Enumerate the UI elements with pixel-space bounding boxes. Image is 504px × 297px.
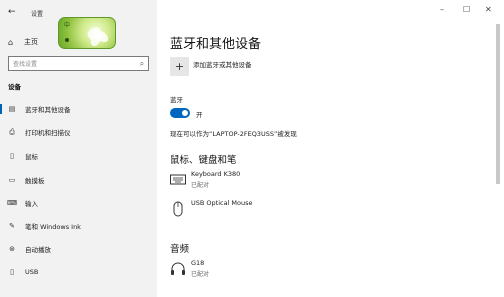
sidebar-item-label: 自动播放 (25, 246, 51, 254)
minimize-button[interactable]: – (440, 5, 444, 14)
mouse-icon: ▯ (10, 152, 14, 160)
add-device-label[interactable]: 添加蓝牙或其他设备 (193, 59, 252, 69)
device-name: G18 (191, 259, 205, 267)
sidebar: ← 设置 ⌂ 主页 中 查找设置 ⌕ 设备 ▤ 蓝牙和其他设备 ⎙ 打印机和扫描… (0, 0, 157, 297)
sidebar-item-label: 输入 (25, 200, 38, 208)
back-button[interactable]: ← (8, 7, 16, 17)
sidebar-item-bluetooth[interactable]: ▤ 蓝牙和其他设备 (0, 102, 157, 116)
bluetooth-toggle[interactable] (170, 108, 190, 118)
pen-icon: ✎ (9, 222, 15, 230)
toggle-knob (182, 110, 188, 116)
section-audio: 音频 (170, 244, 190, 255)
plus-icon: + (174, 60, 185, 73)
sidebar-item-label: 打印机和扫描仪 (25, 129, 71, 137)
page-title: 蓝牙和其他设备 (170, 37, 262, 52)
search-placeholder: 查找设置 (13, 61, 38, 68)
sidebar-item-pen[interactable]: ✎ 笔和 Windows Ink (0, 219, 157, 233)
close-button[interactable]: ✕ (485, 5, 492, 14)
sidebar-item-touchpad[interactable]: ▭ 触摸板 (0, 173, 157, 187)
usb-icon: ▯ (10, 268, 14, 276)
add-device-button[interactable]: + (170, 57, 189, 76)
device-status: 已配对 (191, 271, 210, 278)
touchpad-icon: ▭ (8, 176, 16, 184)
sidebar-item-label: 触摸板 (25, 177, 45, 185)
headset-icon (171, 262, 185, 275)
sidebar-item-autoplay[interactable]: ⊛ 自动播放 (0, 242, 157, 256)
search-input[interactable]: 查找设置 ⌕ (8, 56, 149, 71)
section-title: 设备 (8, 83, 21, 91)
scrollbar-thumb[interactable] (496, 24, 500, 184)
sticker-text: 中 (64, 22, 71, 29)
bluetooth-label: 蓝牙 (170, 96, 183, 104)
search-icon[interactable]: ⌕ (136, 59, 148, 69)
device-name: Keyboard K380 (191, 170, 241, 178)
home-link[interactable]: ⌂ 主页 (8, 36, 38, 48)
desktop-sticker: 中 (58, 17, 116, 49)
sidebar-item-mouse[interactable]: ▯ 鼠标 (0, 149, 157, 163)
autoplay-icon: ⊛ (9, 245, 15, 253)
home-icon: ⌂ (8, 37, 14, 47)
sidebar-item-label: 鼠标 (25, 153, 38, 161)
app-title: 设置 (31, 11, 44, 18)
sidebar-item-printers[interactable]: ⎙ 打印机和扫描仪 (0, 125, 157, 139)
printer-icon: ⎙ (9, 127, 15, 136)
sidebar-item-usb[interactable]: ▯ USB (0, 265, 157, 279)
sidebar-item-typing[interactable]: ⌨ 输入 (0, 196, 157, 210)
sidebar-item-label: 蓝牙和其他设备 (25, 106, 71, 114)
sidebar-item-label: 笔和 Windows Ink (25, 223, 81, 231)
keyboard-icon: ⌨ (7, 199, 18, 207)
home-label: 主页 (24, 38, 38, 46)
bluetooth-state: 开 (196, 111, 203, 119)
keyboard-icon (170, 174, 186, 185)
discoverable-text: 现在可以作为“LAPTOP-2FEQ3USS”被发现 (170, 130, 297, 138)
section-mouse-keyboard-pen: 鼠标、键盘和笔 (170, 155, 237, 166)
sidebar-item-label: USB (25, 268, 39, 276)
device-status: 已配对 (191, 182, 210, 189)
bluetooth-devices-icon: ▤ (8, 105, 16, 113)
maximize-button[interactable]: ☐ (463, 5, 470, 14)
device-name: USB Optical Mouse (191, 199, 253, 207)
mouse-icon (173, 201, 183, 217)
